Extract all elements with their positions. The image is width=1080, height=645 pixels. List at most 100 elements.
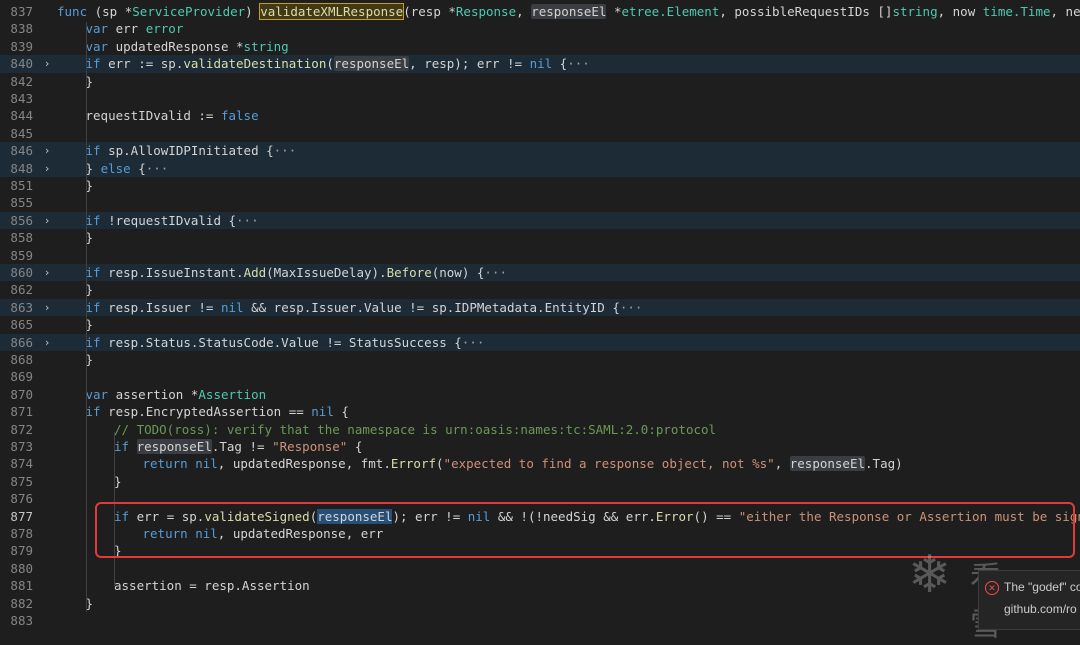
token-type: Assertion [198, 387, 266, 402]
token-fold: ··· [146, 161, 169, 176]
token-keyword: if [86, 300, 101, 315]
token-type: string [244, 39, 289, 54]
code-line[interactable]: 866›if resp.Status.StatusCode.Value != S… [0, 334, 1080, 351]
token-op: !requestIDvalid { [101, 213, 236, 228]
code-line[interactable]: 838var err error [0, 20, 1080, 37]
chevron-right-icon[interactable]: › [40, 142, 54, 159]
token-func: Error [656, 509, 694, 524]
token-keyword: if [86, 143, 101, 158]
line-number: 863 [0, 299, 33, 316]
chevron-right-icon[interactable]: › [40, 212, 54, 229]
code-line[interactable]: 837func (sp *ServiceProvider) validateXM… [0, 3, 1080, 20]
code-text: if !requestIDvalid {··· [86, 212, 259, 229]
token-var: responseEl [531, 4, 606, 19]
token-fold: ··· [567, 56, 590, 71]
code-line[interactable]: 876 [0, 490, 1080, 507]
line-number: 837 [0, 3, 33, 20]
notification-link[interactable]: github.com/ro [1004, 602, 1077, 616]
notification-toast[interactable]: ✕ The "godef" co github.com/ro [978, 570, 1080, 630]
token-func: Add [244, 265, 267, 280]
code-line[interactable]: 873if responseEl.Tag != "Response" { [0, 438, 1080, 455]
token-keyword: return [143, 456, 188, 471]
code-line[interactable]: 875} [0, 473, 1080, 490]
code-line[interactable]: 869 [0, 368, 1080, 385]
code-line[interactable]: 871if resp.EncryptedAssertion == nil { [0, 403, 1080, 420]
token-keyword: false [221, 108, 259, 123]
code-line[interactable]: 844 requestIDvalid := false [0, 107, 1080, 124]
token-op: } [86, 161, 101, 176]
token-var: responseEl [790, 456, 865, 471]
code-text: if resp.Status.StatusCode.Value != Statu… [86, 334, 485, 351]
token-op: , [775, 456, 790, 471]
code-line[interactable]: 843 [0, 90, 1080, 107]
token-op: requestIDvalid := [86, 108, 221, 123]
token-op: , possibleRequestIDs [] [719, 4, 892, 19]
code-editor[interactable]: 837func (sp *ServiceProvider) validateXM… [0, 0, 1080, 628]
token-op: resp.EncryptedAssertion == [101, 404, 312, 419]
code-line[interactable]: 839var updatedResponse *string [0, 38, 1080, 55]
token-type: Response [456, 4, 516, 19]
code-line[interactable]: 872// TODO(ross): verify that the namesp… [0, 421, 1080, 438]
chevron-right-icon[interactable]: › [40, 334, 54, 351]
code-line[interactable]: 860›if resp.IssueInstant.Add(MaxIssueDel… [0, 264, 1080, 281]
code-line[interactable]: 862} [0, 281, 1080, 298]
code-line[interactable]: 868} [0, 351, 1080, 368]
code-line[interactable]: 845 [0, 125, 1080, 142]
code-line[interactable]: 865} [0, 316, 1080, 333]
token-string: "either the Response or Assertion must b… [739, 509, 1080, 524]
indent-guide [86, 22, 87, 612]
line-number: 851 [0, 177, 33, 194]
token-op: , resp); err != [409, 56, 529, 71]
line-number: 880 [0, 560, 33, 577]
token-fold: ··· [236, 213, 259, 228]
code-line[interactable]: 858} [0, 229, 1080, 246]
token-keyword: var [86, 387, 109, 402]
chevron-right-icon[interactable]: › [40, 160, 54, 177]
token-op: , [516, 4, 531, 19]
code-text: var assertion *Assertion [86, 386, 267, 403]
code-line[interactable]: 840›if err := sp.validateDestination(res… [0, 55, 1080, 72]
chevron-right-icon[interactable]: › [40, 264, 54, 281]
token-op: , updatedResponse, err [218, 526, 384, 541]
code-line[interactable]: 848›} else {··· [0, 160, 1080, 177]
line-number: 873 [0, 438, 33, 455]
token-keyword: nil [468, 509, 491, 524]
code-text: if resp.EncryptedAssertion == nil { [86, 403, 349, 420]
chevron-right-icon[interactable]: › [40, 55, 54, 72]
token-op: (sp * [87, 4, 132, 19]
token-op: ); err != [392, 509, 467, 524]
token-type: string [892, 4, 937, 19]
code-line[interactable]: 842} [0, 73, 1080, 90]
token-op: err = sp. [129, 509, 204, 524]
code-line[interactable]: 883 [0, 612, 1080, 629]
code-text: if err = sp.validateSigned(responseEl); … [114, 508, 1080, 525]
token-op: sp.AllowIDPInitiated { [101, 143, 274, 158]
code-line[interactable]: 874return nil, updatedResponse, fmt.Erro… [0, 455, 1080, 472]
code-line[interactable]: 859 [0, 247, 1080, 264]
code-text: if sp.AllowIDPInitiated {··· [86, 142, 297, 159]
code-line[interactable]: 846›if sp.AllowIDPInitiated {··· [0, 142, 1080, 159]
token-fold: ··· [274, 143, 297, 158]
code-line[interactable]: 851} [0, 177, 1080, 194]
token-keyword: if [86, 56, 101, 71]
token-type: time.Time [983, 4, 1051, 19]
token-keyword: nil [311, 404, 334, 419]
chevron-right-icon[interactable]: › [40, 299, 54, 316]
code-line[interactable]: 855 [0, 194, 1080, 211]
code-line[interactable]: 877if err = sp.validateSigned(responseEl… [0, 508, 1080, 525]
token-op: (resp * [403, 4, 456, 19]
code-line[interactable]: 856 › if !requestIDvalid {··· [0, 212, 1080, 229]
code-line[interactable]: 870var assertion *Assertion [0, 386, 1080, 403]
token-op: { [131, 161, 146, 176]
code-text: return nil, updatedResponse, err [143, 525, 384, 542]
line-number: 856 [0, 212, 33, 229]
line-number: 844 [0, 107, 33, 124]
line-number: 879 [0, 542, 33, 559]
token-op: ( [436, 456, 444, 471]
line-number: 860 [0, 264, 33, 281]
token-func: Before [387, 265, 432, 280]
code-line[interactable]: 878return nil, updatedResponse, err [0, 525, 1080, 542]
token-type: ServiceProvider [132, 4, 245, 19]
token-op: { [552, 56, 567, 71]
code-line[interactable]: 863›if resp.Issuer != nil && resp.Issuer… [0, 299, 1080, 316]
